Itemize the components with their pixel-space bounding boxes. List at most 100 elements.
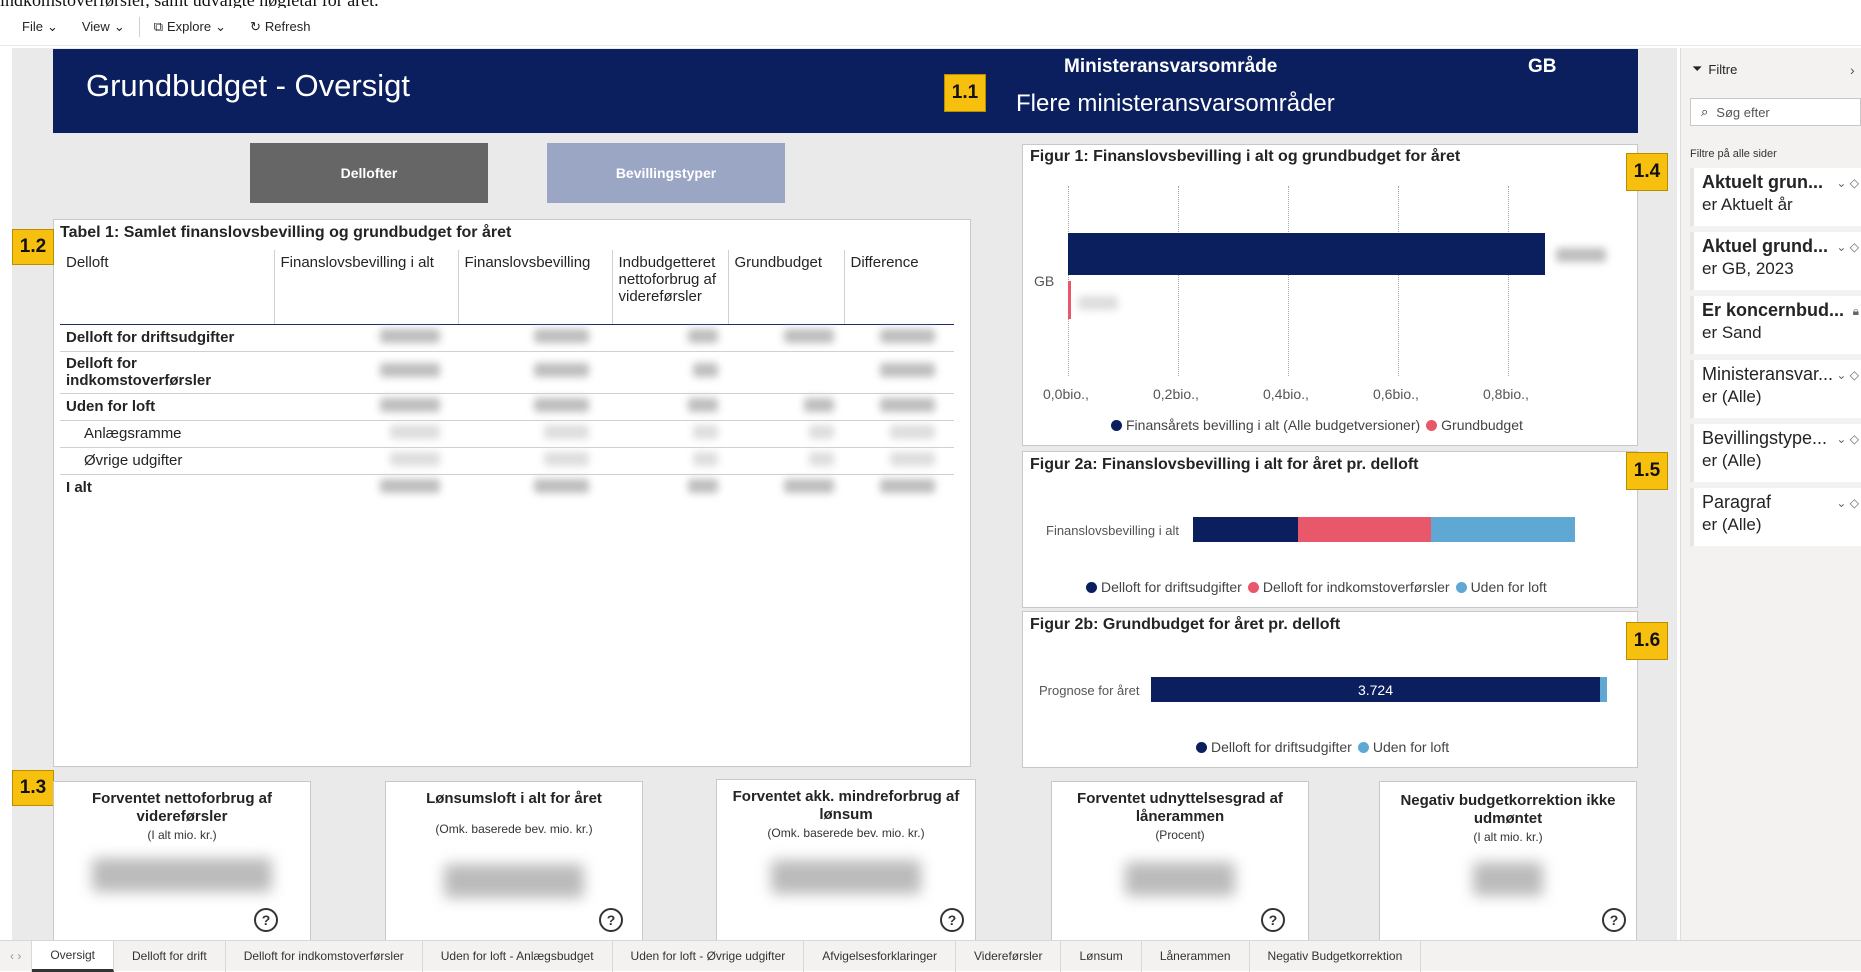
chevron-down-icon[interactable]: ⌄ ◇ <box>1836 496 1859 510</box>
col-difference[interactable]: Difference <box>844 250 954 325</box>
close-icon[interactable]: › <box>1850 62 1855 78</box>
legend-item[interactable]: Delloft for driftsudgifter <box>1211 739 1352 755</box>
page-tab-oversigt[interactable]: Oversigt <box>32 940 115 972</box>
chevron-down-icon[interactable]: ⌄ ◇ <box>1836 368 1859 382</box>
kpi-subtitle: (I alt mio. kr.) <box>147 828 217 842</box>
page-tab[interactable]: Afvigelsesforklaringer <box>804 940 956 972</box>
table-row[interactable]: Anlægsramme <box>60 420 954 448</box>
legend-item[interactable]: Delloft for indkomstoverførsler <box>1263 579 1450 595</box>
help-icon[interactable]: ? <box>1261 908 1285 932</box>
page-tab[interactable]: Delloft for drift <box>114 940 226 972</box>
table-cell <box>844 324 954 352</box>
table-row[interactable]: I alt <box>60 474 954 501</box>
filter-pane-title: Filtre <box>1708 61 1738 77</box>
fig1-value-blurred <box>1556 248 1606 262</box>
axis-tick: 0,6bio., <box>1373 386 1419 402</box>
badge-1-2: 1.2 <box>12 229 54 265</box>
page-tab[interactable]: Videreførsler <box>956 940 1062 972</box>
legend-item[interactable]: Uden for loft <box>1373 739 1449 755</box>
col-finanslovsbevilling[interactable]: Finanslovsbevilling <box>458 250 613 325</box>
filter-card[interactable]: Aktuel grund... er GB, 2023 ⌄ ◇ <box>1690 232 1861 290</box>
table-cell <box>728 447 844 475</box>
fig2b-bar-drift[interactable]: 3.724 <box>1151 677 1600 702</box>
filter-card[interactable]: Paragraf er (Alle) ⌄ ◇ <box>1690 488 1861 546</box>
legend-item[interactable]: Uden for loft <box>1471 579 1547 595</box>
fig1-bar-finansar[interactable] <box>1068 233 1545 275</box>
help-icon[interactable]: ? <box>254 908 278 932</box>
row-label: I alt <box>66 479 92 497</box>
chevron-down-icon: ⌄ <box>215 18 226 34</box>
table-row[interactable]: Øvrige udgifter <box>60 447 954 475</box>
table-cell <box>844 447 954 475</box>
filter-pane-header[interactable]: ⏷ Filtre <box>1692 61 1737 77</box>
bevillingstyper-button[interactable]: Bevillingstyper <box>547 143 785 203</box>
legend-item[interactable]: Grundbudget <box>1441 417 1523 433</box>
table-cell <box>612 474 728 501</box>
col-indbudgetteret[interactable]: Indbudgetteret nettoforbrug af viderefør… <box>612 250 729 325</box>
legend-item[interactable]: Delloft for driftsudgifter <box>1101 579 1242 595</box>
explore-menu[interactable]: ⧉ Explore ⌄ <box>154 19 226 35</box>
axis-tick: 0,4bio., <box>1263 386 1309 402</box>
kpi-card-videreforsler: Forventet nettoforbrug af videreførsler … <box>53 781 311 941</box>
page-tab[interactable]: Lønsum <box>1061 940 1142 972</box>
table1-title: Tabel 1: Samlet finanslovsbevilling og g… <box>60 224 512 241</box>
kpi-card-budgetkorrektion: Negativ budgetkorrektion ikke udmøntet (… <box>1379 781 1637 941</box>
chevron-down-icon[interactable]: ⌄ ◇ <box>1836 176 1859 190</box>
page-tab[interactable]: Uden for loft - Øvrige udgifter <box>613 940 805 972</box>
delofter-button[interactable]: Dellofter <box>250 143 488 203</box>
fig2a-legend: Delloft for driftsudgifter Delloft for i… <box>1086 579 1547 595</box>
table-cell <box>458 393 612 421</box>
filter-card[interactable]: Ministeransvar... er (Alle) ⌄ ◇ <box>1690 360 1861 418</box>
col-finanslovsbevilling-i-alt[interactable]: Finanslovsbevilling i alt <box>274 250 459 325</box>
legend-dot <box>1426 419 1438 431</box>
table-cell <box>458 324 612 352</box>
kpi-subtitle: (Omk. baserede bev. mio. kr.) <box>767 826 925 840</box>
file-menu[interactable]: File ⌄ <box>22 19 58 35</box>
filter-search-input[interactable]: ⌕ Søg efter <box>1690 98 1861 126</box>
legend-dot <box>1357 741 1369 753</box>
fig2b-bar-uden-for-loft[interactable] <box>1600 677 1607 702</box>
table-cell <box>612 447 728 475</box>
kpi-title: Lønsumsloft i alt for året <box>426 790 602 807</box>
col-delloft[interactable]: Delloft <box>60 250 275 325</box>
col-grundbudget[interactable]: Grundbudget <box>728 250 845 325</box>
table-row[interactable]: Delloft for driftsudgifter <box>60 324 954 352</box>
chevron-down-icon[interactable]: ⌄ ◇ <box>1836 432 1859 446</box>
help-icon[interactable]: ? <box>1602 908 1626 932</box>
help-icon[interactable]: ? <box>599 908 623 932</box>
page-tab[interactable]: Delloft for indkomstoverførsler <box>226 940 423 972</box>
chevron-down-icon: ⌄ <box>113 18 125 34</box>
filter-card[interactable]: Bevillingstype... er (Alle) ⌄ ◇ <box>1690 424 1861 482</box>
page-tab[interactable]: Lånerammen <box>1142 940 1250 972</box>
page-tab[interactable]: Uden for loft - Anlægsbudget <box>423 940 613 972</box>
chevron-down-icon[interactable]: ⌄ ◇ <box>1836 240 1859 254</box>
view-label: View <box>81 19 110 34</box>
fig2b-category: Prognose for året <box>1039 683 1140 698</box>
fig2a-bar-drift[interactable] <box>1193 517 1298 542</box>
kpi-subtitle: (Procent) <box>1155 828 1205 842</box>
table-cell <box>612 324 728 352</box>
fig1-bar-grundbudget[interactable] <box>1068 281 1071 319</box>
page-tab[interactable]: Negativ Budgetkorrektion <box>1250 940 1422 972</box>
badge-1-4: 1.4 <box>1626 153 1668 191</box>
view-menu[interactable]: View ⌄ <box>82 19 125 35</box>
fig1-title: Figur 1: Finanslovsbevilling i alt og gr… <box>1030 148 1461 165</box>
table-row[interactable]: Delloft for indkomstoverførsler <box>60 351 954 394</box>
axis-tick: 0,0bio., <box>1043 386 1089 402</box>
help-icon[interactable]: ? <box>940 908 964 932</box>
filter-card[interactable]: Aktuelt grun... er Aktuelt år ⌄ ◇ <box>1690 168 1861 226</box>
badge-1-6: 1.6 <box>1626 622 1668 660</box>
filter-card[interactable]: Er koncernbud... er Sand 🔒︎ <box>1690 296 1861 354</box>
refresh-button[interactable]: ↻ Refresh <box>250 19 310 35</box>
table-cell <box>728 351 844 394</box>
prev-page-arrow[interactable]: ‹ › <box>0 940 33 972</box>
table-row[interactable]: Uden for loft <box>60 393 954 421</box>
table-cell <box>612 393 728 421</box>
report-toolbar: File ⌄ View ⌄ ⧉ Explore ⌄ ↻ Refresh <box>0 8 1861 46</box>
legend-item[interactable]: Finansårets bevilling i alt (Alle budget… <box>1126 417 1420 433</box>
budget-version-label: GB <box>1528 56 1557 77</box>
filter-card-value: er (Alle) <box>1702 387 1762 406</box>
fig2a-bar-indkomst[interactable] <box>1298 517 1431 542</box>
fig2a-bar-uden-for-loft[interactable] <box>1431 517 1575 542</box>
kpi-subtitle: (I alt mio. kr.) <box>1473 830 1543 844</box>
